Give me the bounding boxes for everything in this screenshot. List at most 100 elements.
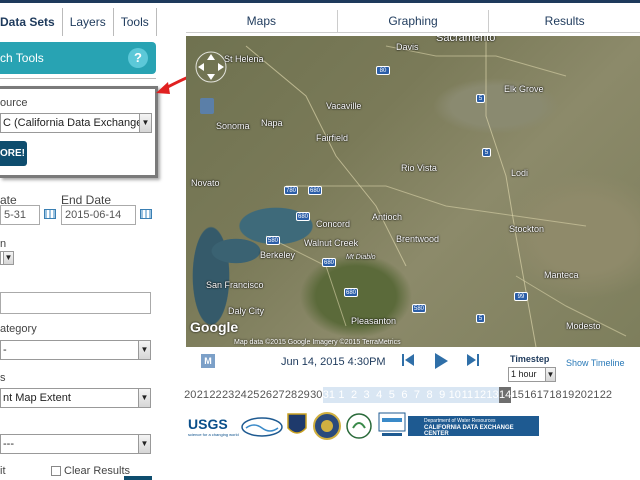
filter-select-value: --- — [3, 438, 14, 450]
day-cell[interactable]: 20 — [574, 387, 587, 403]
map-label: Pleasanton — [351, 316, 397, 326]
calendar-icon[interactable] — [140, 209, 152, 219]
day-cell[interactable]: 21 — [197, 387, 210, 403]
skip-back-icon[interactable] — [401, 352, 415, 368]
pan-control-icon[interactable] — [194, 50, 228, 84]
filter-select[interactable]: --- ▼ — [0, 434, 151, 454]
day-cell[interactable]: 22 — [600, 387, 613, 403]
start-date-input[interactable]: 5-31 — [0, 205, 40, 225]
water-agency-logo-icon — [241, 417, 283, 437]
map-label: Antioch — [372, 212, 403, 222]
day-cell[interactable]: 2 — [347, 387, 361, 403]
source-label: ource — [0, 97, 28, 109]
skip-forward-icon[interactable] — [466, 352, 480, 368]
chevron-down-icon: ▼ — [138, 341, 150, 359]
clear-results-label: Clear Results — [64, 465, 131, 477]
chevron-down-icon: ▼ — [138, 435, 150, 453]
highway-shield: 580 — [266, 236, 280, 245]
day-cell[interactable]: 14 — [498, 387, 512, 403]
day-cell[interactable]: 26 — [260, 387, 273, 403]
limit-label: it — [0, 465, 6, 477]
day-cell[interactable]: 31 — [322, 387, 336, 403]
tab-tools[interactable]: Tools — [113, 8, 157, 36]
day-cell[interactable]: 22 — [209, 387, 222, 403]
day-cell[interactable]: 28 — [285, 387, 298, 403]
day-cell[interactable]: 29 — [297, 387, 310, 403]
show-timeline-link[interactable]: Show Timeline — [566, 358, 625, 368]
source-select-value: C (California Data Exchange) — [3, 117, 147, 129]
highway-shield: 5 — [476, 94, 485, 103]
day-cell[interactable]: 27 — [272, 387, 285, 403]
interval-select[interactable]: ▼ — [0, 251, 14, 265]
day-cell[interactable]: 9 — [435, 387, 449, 403]
map-label: San Francisco — [206, 280, 264, 290]
map-label: Davis — [396, 42, 419, 52]
day-cell[interactable]: 11 — [461, 387, 474, 403]
day-cell[interactable]: 13 — [486, 387, 499, 403]
clear-results-checkbox[interactable] — [51, 466, 61, 476]
tab-underline — [186, 32, 640, 33]
day-cell[interactable]: 25 — [247, 387, 260, 403]
extent-select[interactable]: nt Map Extent ▼ — [0, 388, 151, 408]
day-cell[interactable]: 18 — [549, 387, 562, 403]
day-cell[interactable]: 7 — [410, 387, 424, 403]
map-attribution[interactable]: Map data ©2015 Google Imagery ©2015 Terr… — [234, 339, 401, 346]
interval-label: n — [0, 238, 7, 250]
map-label: Novato — [191, 178, 220, 188]
day-cell[interactable]: 5 — [385, 387, 399, 403]
tab-results[interactable]: Results — [489, 10, 640, 32]
submit-button[interactable] — [124, 476, 152, 480]
tab-maps[interactable]: Maps — [186, 10, 338, 32]
day-cell[interactable]: 19 — [562, 387, 575, 403]
cdec-banner: Department of Water Resources CALIFORNIA… — [408, 416, 539, 437]
usgs-logo: USGS — [188, 416, 228, 432]
day-cell[interactable]: 16 — [524, 387, 537, 403]
day-cell[interactable]: 12 — [473, 387, 487, 403]
map-label: St Helena — [224, 54, 264, 64]
map-label: Daly City — [228, 306, 265, 316]
google-logo: Google — [190, 319, 239, 335]
help-button[interactable]: ? — [128, 48, 148, 68]
highway-shield: 680 — [322, 258, 336, 267]
wildlife-seal-icon — [346, 413, 372, 439]
day-cell[interactable]: 15 — [511, 387, 524, 403]
tab-graphing[interactable]: Graphing — [338, 10, 490, 32]
day-cell[interactable]: 1 — [335, 387, 348, 403]
timestep-select-value: 1 hour — [511, 369, 537, 379]
end-date-input[interactable]: 2015-06-14 — [61, 205, 136, 225]
tab-data-sets[interactable]: Data Sets — [0, 8, 63, 36]
day-cell[interactable]: 6 — [398, 387, 411, 403]
california-shield-icon — [287, 413, 307, 434]
street-view-pegman-icon[interactable] — [200, 98, 214, 114]
timestep-select[interactable]: 1 hour ▼ — [508, 367, 556, 382]
category-select-value: - — [3, 344, 7, 356]
day-cell[interactable]: 20 — [184, 387, 197, 403]
day-cell[interactable]: 3 — [360, 387, 373, 403]
cdec-name: CALIFORNIA DATA EXCHANGE CENTER — [424, 425, 514, 437]
search-input[interactable] — [0, 292, 151, 314]
map-view[interactable]: St Helena Davis Sacramento Vacaville Nap… — [186, 36, 640, 347]
day-cell[interactable]: 17 — [537, 387, 550, 403]
map-mode-button[interactable]: M — [201, 354, 215, 368]
day-cell[interactable]: 10 — [448, 387, 462, 403]
highway-shield: 99 — [514, 292, 528, 301]
explore-button[interactable]: ORE! — [0, 141, 27, 166]
day-cell[interactable]: 24 — [234, 387, 247, 403]
day-cell[interactable]: 23 — [222, 387, 235, 403]
source-select[interactable]: C (California Data Exchange) ▼ — [0, 113, 152, 133]
play-icon[interactable] — [433, 352, 449, 370]
calendar-icon[interactable] — [44, 209, 56, 219]
map-label: Berkeley — [260, 250, 296, 260]
map-label: Lodi — [511, 168, 529, 178]
day-cell[interactable]: 8 — [423, 387, 436, 403]
tab-layers[interactable]: Layers — [62, 8, 114, 36]
day-cell[interactable]: 21 — [587, 387, 600, 403]
highway-shield: 680 — [344, 288, 358, 297]
chevron-down-icon: ▼ — [139, 114, 151, 132]
source-panel: ource C (California Data Exchange) ▼ ORE… — [0, 86, 158, 178]
map-label: Sacramento — [436, 36, 496, 44]
search-tools-title: ch Tools — [0, 51, 44, 65]
day-cell[interactable]: 30 — [310, 387, 323, 403]
day-cell[interactable]: 4 — [372, 387, 386, 403]
category-select[interactable]: - ▼ — [0, 340, 151, 360]
